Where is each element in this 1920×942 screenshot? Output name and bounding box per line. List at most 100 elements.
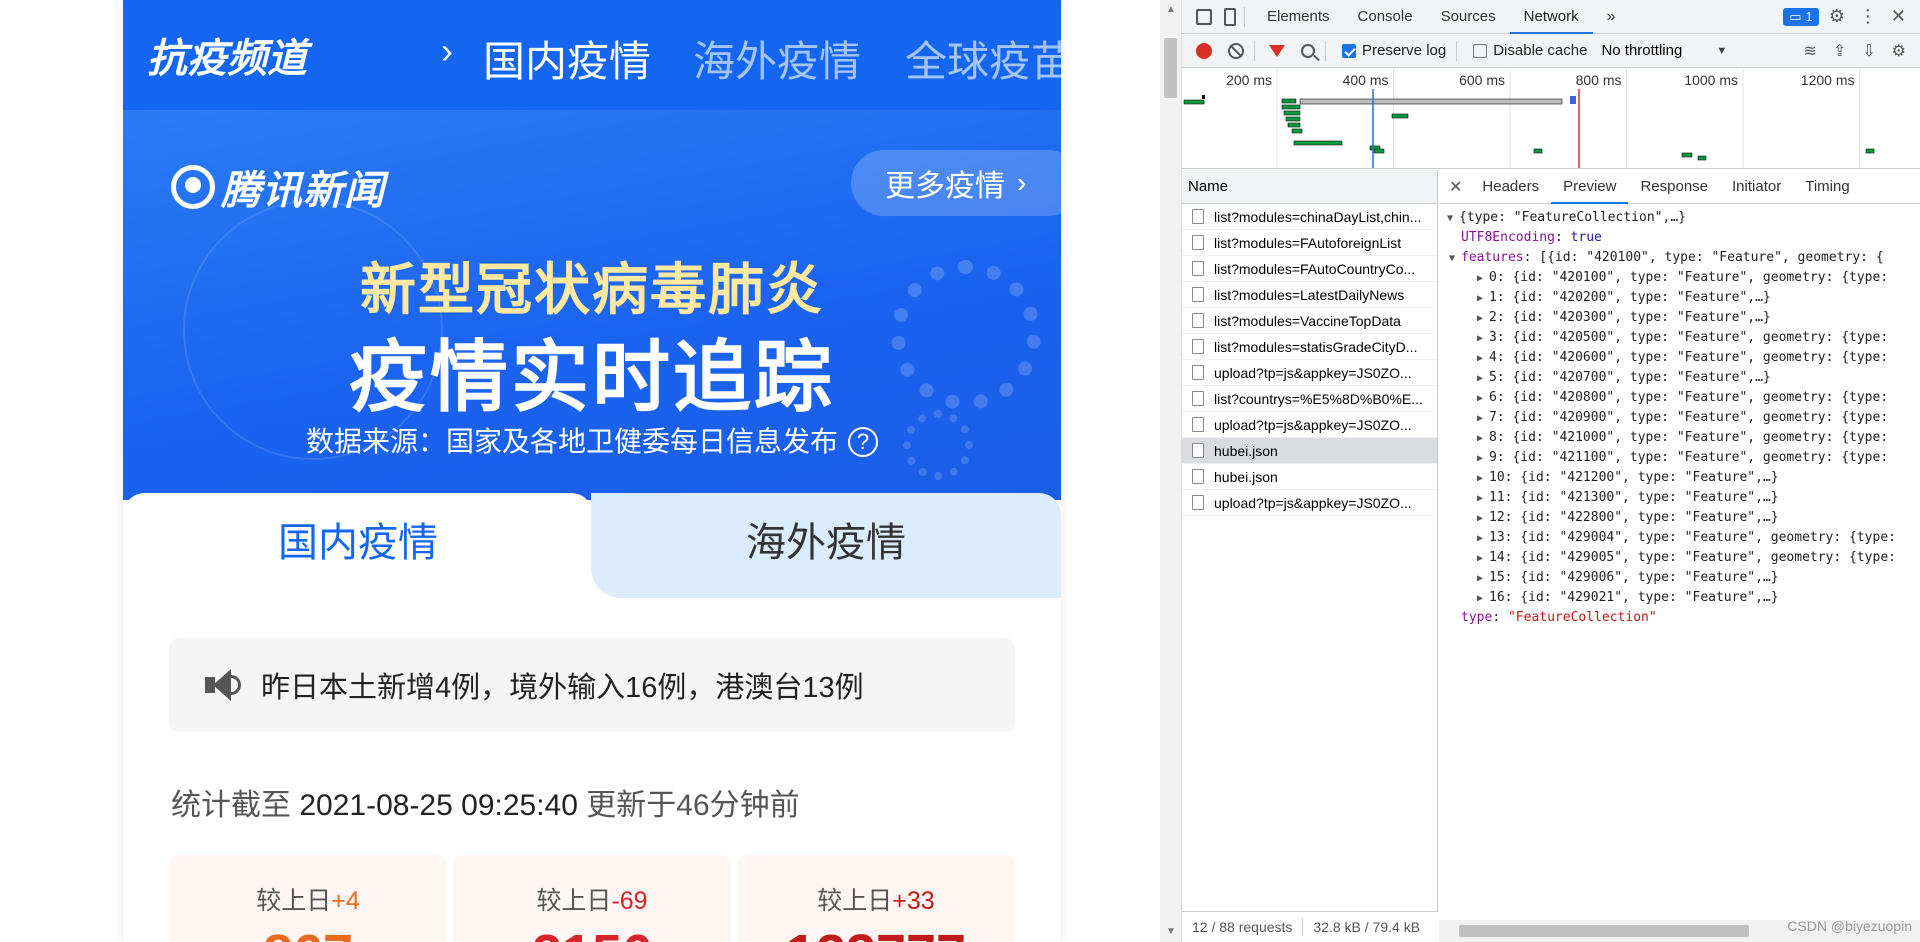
request-row[interactable]: upload?tp=js&appkey=JS0ZO... xyxy=(1182,360,1437,386)
import-har-icon[interactable]: ⇪ xyxy=(1833,41,1846,61)
request-row[interactable]: hubei.json xyxy=(1182,464,1437,490)
request-row[interactable]: hubei.json xyxy=(1182,438,1437,464)
nav-tab-overseas[interactable]: 海外疫情 xyxy=(693,28,861,89)
tab-console[interactable]: Console xyxy=(1344,0,1427,34)
detail-tab-headers[interactable]: Headers xyxy=(1470,170,1551,204)
collapsed-triangle-icon[interactable]: ▶ xyxy=(1477,409,1489,429)
json-feature-item[interactable]: ▶ 5: {id: "420700", type: "Feature",…} xyxy=(1447,368,1920,388)
collapsed-triangle-icon[interactable]: ▶ xyxy=(1477,469,1489,489)
notice-bar[interactable]: 昨日本土新增4例，境外输入16例，港澳台13例 xyxy=(169,638,1015,732)
throttling-select[interactable]: No throttling xyxy=(1601,42,1682,59)
help-icon[interactable]: ? xyxy=(848,427,878,457)
json-feature-item[interactable]: ▶ 10: {id: "421200", type: "Feature",…} xyxy=(1447,468,1920,488)
collapsed-triangle-icon[interactable]: ▶ xyxy=(1477,389,1489,409)
json-feature-item[interactable]: ▶ 12: {id: "422800", type: "Feature",…} xyxy=(1447,508,1920,528)
dropdown-arrow-icon[interactable]: ▼ xyxy=(1716,45,1727,57)
json-feature-item[interactable]: ▶ 2: {id: "420300", type: "Feature",…} xyxy=(1447,308,1920,328)
tab-sources[interactable]: Sources xyxy=(1427,0,1510,34)
collapsed-triangle-icon[interactable]: ▶ xyxy=(1477,529,1489,549)
json-root-line[interactable]: ▼ {type: "FeatureCollection",…} xyxy=(1447,208,1920,228)
json-feature-item[interactable]: ▶ 9: {id: "421100", type: "Feature", geom… xyxy=(1447,448,1920,468)
clear-icon[interactable] xyxy=(1228,42,1244,59)
close-detail-icon[interactable]: ✕ xyxy=(1449,177,1462,197)
request-row[interactable]: list?modules=statisGradeCityD... xyxy=(1182,334,1437,360)
close-icon[interactable]: ✕ xyxy=(1891,6,1906,27)
detail-tab-timing[interactable]: Timing xyxy=(1793,170,1861,204)
timeline-overview[interactable]: 200 ms 400 ms 600 ms 800 ms 1000 ms 1200 ms xyxy=(1182,69,1920,169)
network-settings-icon[interactable]: ⚙ xyxy=(1892,41,1906,61)
nav-tab-vaccine[interactable]: 全球疫苗 xyxy=(905,28,1061,89)
wifi-conditions-icon[interactable]: ≋ xyxy=(1803,41,1816,61)
json-feature-item[interactable]: ▶ 8: {id: "421000", type: "Feature", geom… xyxy=(1447,428,1920,448)
detail-tab-preview[interactable]: Preview xyxy=(1551,170,1629,204)
collapsed-triangle-icon[interactable]: ▶ xyxy=(1477,589,1489,609)
more-epidemic-button[interactable]: 更多疫情 › xyxy=(851,150,1061,216)
json-feature-item[interactable]: ▶ 14: {id: "429005", type: "Feature", geo… xyxy=(1447,548,1920,568)
request-row[interactable]: upload?tp=js&appkey=JS0ZO... xyxy=(1182,490,1437,516)
collapsed-triangle-icon[interactable]: ▶ xyxy=(1477,509,1489,529)
page-scrollbar[interactable]: ▲ ▼ xyxy=(1160,0,1182,942)
collapsed-triangle-icon[interactable]: ▶ xyxy=(1477,309,1489,329)
more-tabs-icon[interactable]: » xyxy=(1593,0,1630,34)
request-row[interactable]: upload?tp=js&appkey=JS0ZO... xyxy=(1182,412,1437,438)
json-feature-item[interactable]: ▶ 6: {id: "420800", type: "Feature", geom… xyxy=(1447,388,1920,408)
expanded-triangle-icon[interactable]: ▼ xyxy=(1449,249,1461,269)
scroll-thumb[interactable] xyxy=(1459,925,1749,937)
collapsed-triangle-icon[interactable]: ▶ xyxy=(1477,449,1489,469)
json-feature-text: 12: {id: "422800", type: "Feature",…} xyxy=(1489,510,1779,525)
checkbox-checked-icon[interactable] xyxy=(1342,43,1356,58)
tab-elements[interactable]: Elements xyxy=(1253,0,1344,34)
request-row[interactable]: list?modules=VaccineTopData xyxy=(1182,308,1437,334)
request-name: upload?tp=js&appkey=JS0ZO... xyxy=(1214,416,1412,433)
collapsed-triangle-icon[interactable]: ▶ xyxy=(1477,489,1489,509)
json-feature-item[interactable]: ▶ 0: {id: "420100", type: "Feature", geom… xyxy=(1447,268,1920,288)
filter-icon[interactable] xyxy=(1269,44,1285,57)
device-toggle-icon[interactable] xyxy=(1224,7,1236,26)
inspect-element-icon[interactable] xyxy=(1196,8,1212,25)
tab-overseas[interactable]: 海外疫情 xyxy=(591,493,1061,598)
json-feature-item[interactable]: ▶ 4: {id: "420600", type: "Feature", geom… xyxy=(1447,348,1920,368)
json-feature-item[interactable]: ▶ 3: {id: "420500", type: "Feature", geom… xyxy=(1447,328,1920,348)
collapsed-triangle-icon[interactable]: ▶ xyxy=(1477,549,1489,569)
search-icon[interactable] xyxy=(1301,43,1315,58)
json-feature-item[interactable]: ▶ 15: {id: "429006", type: "Feature",…} xyxy=(1447,568,1920,588)
request-row[interactable]: list?modules=chinaDayList,chin... xyxy=(1182,204,1437,230)
collapsed-triangle-icon[interactable]: ▶ xyxy=(1477,349,1489,369)
collapsed-triangle-icon[interactable]: ▶ xyxy=(1477,369,1489,389)
channel-title[interactable]: 抗疫频道 xyxy=(147,26,307,84)
request-row[interactable]: list?modules=LatestDailyNews xyxy=(1182,282,1437,308)
tab-network[interactable]: Network xyxy=(1509,0,1593,34)
messages-badge[interactable]: ▭ 1 xyxy=(1783,7,1819,26)
collapsed-triangle-icon[interactable]: ▶ xyxy=(1477,429,1489,449)
card-value: 123777 xyxy=(737,923,1015,942)
preserve-log-checkbox[interactable]: Preserve log xyxy=(1342,42,1446,59)
request-row[interactable]: list?modules=FAutoCountryCo... xyxy=(1182,256,1437,282)
collapsed-triangle-icon[interactable]: ▶ xyxy=(1477,269,1489,289)
disable-cache-checkbox[interactable]: Disable cache xyxy=(1473,42,1587,59)
json-features-line[interactable]: ▼ features: [{id: "420100", type: "Featur… xyxy=(1447,248,1920,268)
checkbox-unchecked-icon[interactable] xyxy=(1473,43,1488,58)
settings-gear-icon[interactable]: ⚙ xyxy=(1829,6,1845,27)
tab-domestic[interactable]: 国内疫情 xyxy=(123,493,593,598)
json-feature-item[interactable]: ▶ 13: {id: "429004", type: "Feature", geo… xyxy=(1447,528,1920,548)
nav-tab-domestic[interactable]: 国内疫情 xyxy=(483,28,651,89)
request-row[interactable]: list?countrys=%E5%8D%B0%E... xyxy=(1182,386,1437,412)
request-row[interactable]: list?modules=FAutoforeignList xyxy=(1182,230,1437,256)
name-column-header[interactable]: Name xyxy=(1182,170,1437,204)
scroll-up-icon[interactable]: ▲ xyxy=(1166,4,1176,15)
collapsed-triangle-icon[interactable]: ▶ xyxy=(1477,289,1489,309)
json-feature-item[interactable]: ▶ 1: {id: "420200", type: "Feature",…} xyxy=(1447,288,1920,308)
kebab-menu-icon[interactable]: ⋮ xyxy=(1859,6,1877,27)
detail-tab-response[interactable]: Response xyxy=(1628,170,1720,204)
scroll-thumb[interactable] xyxy=(1164,38,1177,98)
json-feature-item[interactable]: ▶ 7: {id: "420900", type: "Feature", geom… xyxy=(1447,408,1920,428)
json-feature-item[interactable]: ▶ 16: {id: "429021", type: "Feature",…} xyxy=(1447,588,1920,608)
record-icon[interactable] xyxy=(1196,42,1212,59)
detail-tab-initiator[interactable]: Initiator xyxy=(1720,170,1793,204)
collapsed-triangle-icon[interactable]: ▶ xyxy=(1477,329,1489,349)
export-har-icon[interactable]: ⇩ xyxy=(1862,41,1875,61)
expanded-triangle-icon[interactable]: ▼ xyxy=(1447,209,1459,229)
scroll-down-icon[interactable]: ▼ xyxy=(1166,926,1176,937)
collapsed-triangle-icon[interactable]: ▶ xyxy=(1477,569,1489,589)
json-feature-item[interactable]: ▶ 11: {id: "421300", type: "Feature",…} xyxy=(1447,488,1920,508)
